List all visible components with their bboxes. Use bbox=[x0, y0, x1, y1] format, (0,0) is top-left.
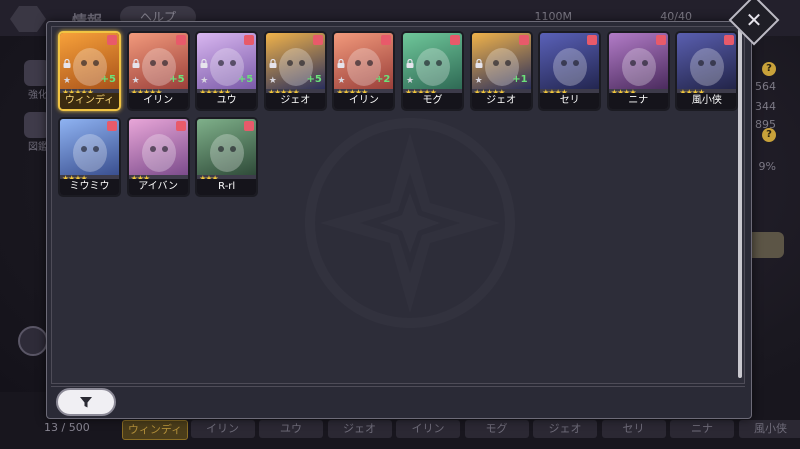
character-name: アイバン bbox=[128, 179, 188, 195]
lock-icon bbox=[200, 53, 208, 68]
footer-divider bbox=[51, 386, 745, 387]
character-card[interactable]: ★+5★★★★★ユウ bbox=[195, 31, 259, 111]
new-badge-icon bbox=[244, 121, 255, 131]
new-badge-icon bbox=[587, 35, 598, 45]
character-name: ミウミウ bbox=[60, 179, 119, 195]
new-badge-icon bbox=[107, 121, 117, 131]
character-card[interactable]: ★+54★★★★★ウィンディ bbox=[58, 31, 121, 111]
new-badge-icon bbox=[518, 35, 529, 45]
background-stat: 344 bbox=[755, 100, 776, 113]
lock-icon bbox=[132, 53, 140, 68]
background-stat: 9% bbox=[758, 160, 776, 173]
background-strip-name: ユウ bbox=[259, 420, 323, 438]
favorite-star-icon: ★ bbox=[406, 76, 415, 86]
background-stat: 564 bbox=[755, 80, 776, 93]
character-card[interactable]: ★★★アイバン bbox=[126, 117, 190, 197]
background-side-label: 強化 bbox=[28, 90, 48, 101]
background-strip-name: セリ bbox=[601, 420, 666, 438]
background-strip-name: モグ bbox=[464, 420, 529, 438]
favorite-star-icon: ★ bbox=[268, 76, 277, 86]
enhance-level: +5 bbox=[306, 74, 322, 85]
character-card[interactable]: ★+1★★★★★ジェオ bbox=[469, 31, 533, 111]
character-card[interactable]: ★★★★セリ bbox=[538, 31, 602, 111]
favorite-star-icon: ★ bbox=[63, 76, 72, 86]
background-strip-name: イリン bbox=[190, 420, 255, 438]
new-badge-icon bbox=[175, 121, 186, 131]
favorite-star-icon: ★ bbox=[337, 76, 346, 86]
character-card[interactable]: ★+5★★★★★ジェオ bbox=[263, 31, 327, 111]
new-badge-icon bbox=[107, 35, 117, 45]
character-name: ユウ bbox=[197, 93, 257, 109]
background-strip-name: 風小侠 bbox=[738, 420, 800, 438]
lock-icon bbox=[406, 53, 414, 68]
character-card[interactable]: ★★★★ニナ bbox=[606, 31, 670, 111]
lock-icon bbox=[63, 53, 71, 68]
background-strip-name: イリン bbox=[396, 420, 460, 438]
favorite-star-icon: ★ bbox=[474, 76, 483, 86]
enhance-level: +1 bbox=[512, 74, 528, 85]
background-strip-name: ウィンディ bbox=[122, 420, 188, 440]
close-icon[interactable]: ✕ bbox=[736, 2, 772, 38]
character-name: イリン bbox=[128, 93, 188, 109]
new-badge-icon bbox=[724, 35, 735, 45]
new-badge-icon bbox=[381, 35, 392, 45]
character-select-modal: ★+54★★★★★ウィンディ★+5★★★★★イリン★+5★★★★★ユウ★+5★★… bbox=[46, 21, 752, 419]
character-card[interactable]: ★★★R-rl bbox=[195, 117, 259, 197]
funnel-icon bbox=[80, 397, 92, 408]
character-name: モグ bbox=[403, 93, 462, 109]
enhance-level: +5 bbox=[237, 74, 254, 85]
background-stat: 895 bbox=[755, 118, 776, 131]
background-strip-name: ジェオ bbox=[327, 420, 392, 438]
question-icon: ? bbox=[762, 62, 776, 76]
character-name: ジェオ bbox=[265, 93, 325, 109]
new-badge-icon bbox=[312, 35, 323, 45]
roster-count: 13 / 500 bbox=[44, 421, 90, 434]
lock-icon bbox=[337, 53, 345, 68]
emblem-icon bbox=[305, 118, 515, 328]
character-name: ニナ bbox=[608, 93, 668, 109]
character-name: R-rl bbox=[197, 179, 257, 195]
background-side-label: 図鑑 bbox=[28, 142, 48, 153]
character-name: ウィンディ bbox=[60, 93, 119, 109]
new-badge-icon bbox=[655, 35, 666, 45]
lock-icon bbox=[269, 53, 277, 68]
favorite-star-icon: ★ bbox=[131, 76, 140, 86]
character-name: 風小侠 bbox=[677, 93, 737, 109]
grid-view-icon bbox=[18, 326, 48, 356]
enhance-level: +5 bbox=[100, 74, 116, 85]
new-badge-icon bbox=[244, 35, 255, 45]
background-strip-name: ジェオ bbox=[533, 420, 597, 438]
character-name: イリン bbox=[334, 93, 394, 109]
new-badge-icon bbox=[450, 35, 460, 45]
character-name: ジェオ bbox=[471, 93, 531, 109]
favorite-star-icon: ★ bbox=[200, 76, 209, 86]
scrollbar[interactable] bbox=[738, 28, 742, 378]
character-card[interactable]: ★★★★ミウミウ bbox=[58, 117, 121, 197]
character-card[interactable]: ★★★★★★モグ bbox=[401, 31, 464, 111]
character-list-panel: ★+54★★★★★ウィンディ★+5★★★★★イリン★+5★★★★★ユウ★+5★★… bbox=[51, 26, 745, 384]
enhance-level: +5 bbox=[169, 74, 185, 85]
filter-button[interactable] bbox=[56, 388, 116, 416]
lock-icon bbox=[475, 53, 483, 68]
background-strip-name: ニナ bbox=[670, 420, 734, 438]
character-card[interactable]: ★+5★★★★★イリン bbox=[126, 31, 190, 111]
scrollbar-thumb[interactable] bbox=[738, 28, 742, 378]
character-card[interactable]: ★+2★★★★★イリン bbox=[332, 31, 396, 111]
character-card[interactable]: ★★★★風小侠 bbox=[675, 31, 739, 111]
character-name: セリ bbox=[540, 93, 600, 109]
enhance-level: +2 bbox=[375, 74, 391, 85]
new-badge-icon bbox=[175, 35, 186, 45]
